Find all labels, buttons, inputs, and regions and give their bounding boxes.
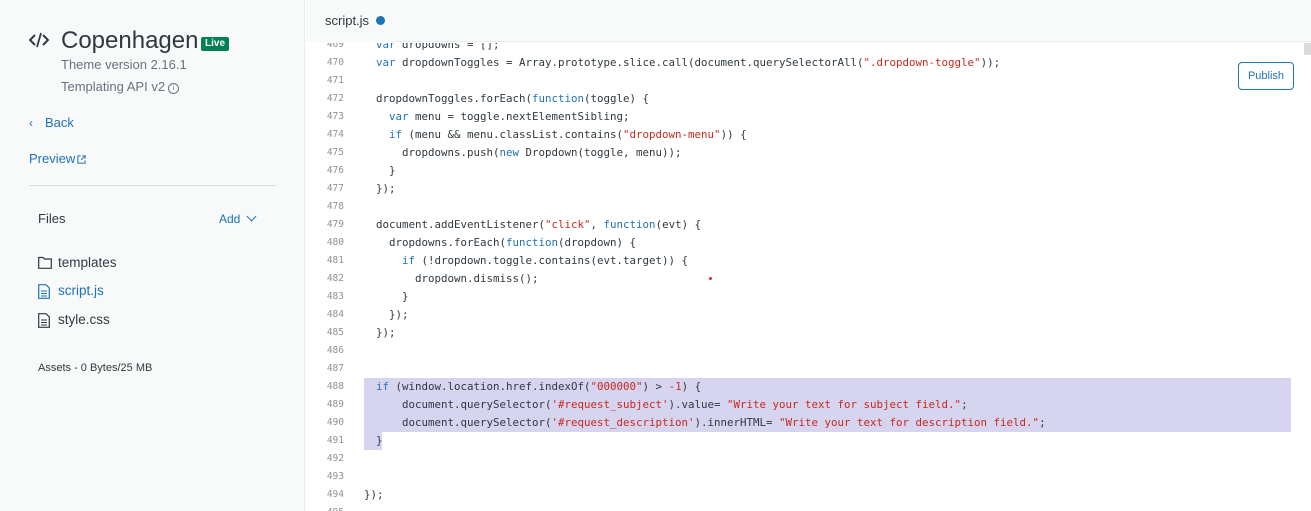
tab-script-js[interactable]: script.js (306, 0, 392, 42)
line-code: dropdownToggles.forEach(function(toggle)… (376, 92, 650, 105)
line-number: 474 (326, 129, 344, 140)
line-number: 485 (326, 327, 344, 338)
line-number: 482 (326, 273, 344, 284)
line-code: dropdown.dismiss(); (376, 272, 539, 285)
line-code: dropdowns.push(new Dropdown(toggle, menu… (376, 146, 682, 159)
chevron-left-icon: ‹ (29, 116, 33, 130)
line-code: if (!dropdown.toggle.contains(evt.target… (402, 254, 689, 267)
line-number: 488 (326, 381, 344, 392)
line-number: 472 (326, 93, 344, 104)
file-label: templates (58, 255, 117, 270)
line-number: 469 (326, 43, 344, 50)
line-number: 486 (326, 345, 344, 356)
line-number: 478 (326, 201, 344, 212)
file-icon (38, 284, 50, 299)
file-icon (38, 313, 50, 328)
line-code: }); (364, 488, 384, 501)
assets-usage: Assets - 0 Bytes/25 MB (38, 362, 153, 374)
line-code: document.querySelector('#request_descrip… (376, 416, 1046, 429)
line-code: var dropdownToggles = Array.prototype.sl… (376, 56, 1001, 69)
line-code: if (window.location.href.indexOf("000000… (376, 380, 702, 393)
line-code: document.querySelector('#request_subject… (376, 398, 968, 411)
line-code: }); (376, 326, 396, 339)
info-icon[interactable]: i (168, 83, 180, 94)
line-code: document.addEventListener("click", funct… (376, 218, 702, 231)
line-number: 471 (326, 75, 344, 86)
line-number: 490 (326, 417, 344, 428)
file-label: script.js (58, 283, 104, 298)
line-number: 483 (326, 291, 344, 302)
live-badge: Live (201, 37, 230, 51)
code-icon (29, 32, 49, 48)
line-number: 470 (326, 57, 344, 68)
line-code: var dropdowns = []; (376, 43, 500, 51)
tab-label: script.js (325, 13, 370, 28)
line-number: 475 (326, 147, 344, 158)
unsaved-indicator (376, 16, 385, 25)
external-link-icon (77, 155, 86, 164)
line-code: dropdowns.forEach(function(dropdown) { (376, 236, 637, 249)
breakpoint-marker (709, 277, 712, 280)
line-code: }); (376, 308, 409, 321)
file-label: style.css (58, 312, 110, 327)
line-number: 492 (326, 453, 344, 464)
line-number: 473 (326, 111, 344, 122)
preview-link[interactable]: Preview (29, 151, 86, 166)
templating-api: Templating API v2 i (61, 79, 180, 94)
line-number: 481 (326, 255, 344, 266)
line-number: 480 (326, 237, 344, 248)
sidebar-divider (29, 185, 276, 186)
add-label: Add (219, 212, 241, 226)
back-link[interactable]: ‹ Back (29, 115, 74, 130)
publish-button[interactable]: Publish (1238, 62, 1294, 90)
preview-label: Preview (29, 151, 76, 166)
chevron-down-icon (246, 211, 257, 222)
line-number: 494 (326, 489, 344, 500)
line-number: 477 (326, 183, 344, 194)
line-code: } (376, 434, 383, 447)
scrollbar[interactable] (1304, 43, 1311, 55)
line-number: 493 (326, 471, 344, 482)
line-number: 489 (326, 399, 344, 410)
line-number: 479 (326, 219, 344, 230)
line-code: if (menu && menu.classList.contains("dro… (389, 128, 747, 141)
code-editor[interactable]: 469 var dropdowns = []; 470 var dropdownTog… (306, 43, 1311, 511)
line-code: } (376, 290, 409, 303)
add-file-button[interactable]: Add (219, 211, 257, 226)
templating-api-label: Templating API v2 (61, 79, 166, 94)
editor-tabbar: script.js (306, 0, 1311, 42)
folder-icon (38, 256, 52, 269)
line-number: 495 (306, 504, 344, 511)
line-number: 491 (326, 435, 344, 446)
line-code: }); (376, 182, 396, 195)
line-code: } (376, 164, 396, 177)
back-label: Back (45, 115, 74, 130)
line-number: 484 (326, 309, 344, 320)
theme-version: Theme version 2.16.1 (61, 57, 187, 72)
line-number: 487 (326, 363, 344, 374)
line-code: var menu = toggle.nextElementSibling; (389, 110, 630, 123)
theme-sidebar: Copenhagen Live Theme version 2.16.1 Tem… (0, 0, 305, 511)
line-number: 476 (326, 165, 344, 176)
theme-name: Copenhagen (61, 27, 199, 54)
files-title: Files (38, 211, 66, 226)
